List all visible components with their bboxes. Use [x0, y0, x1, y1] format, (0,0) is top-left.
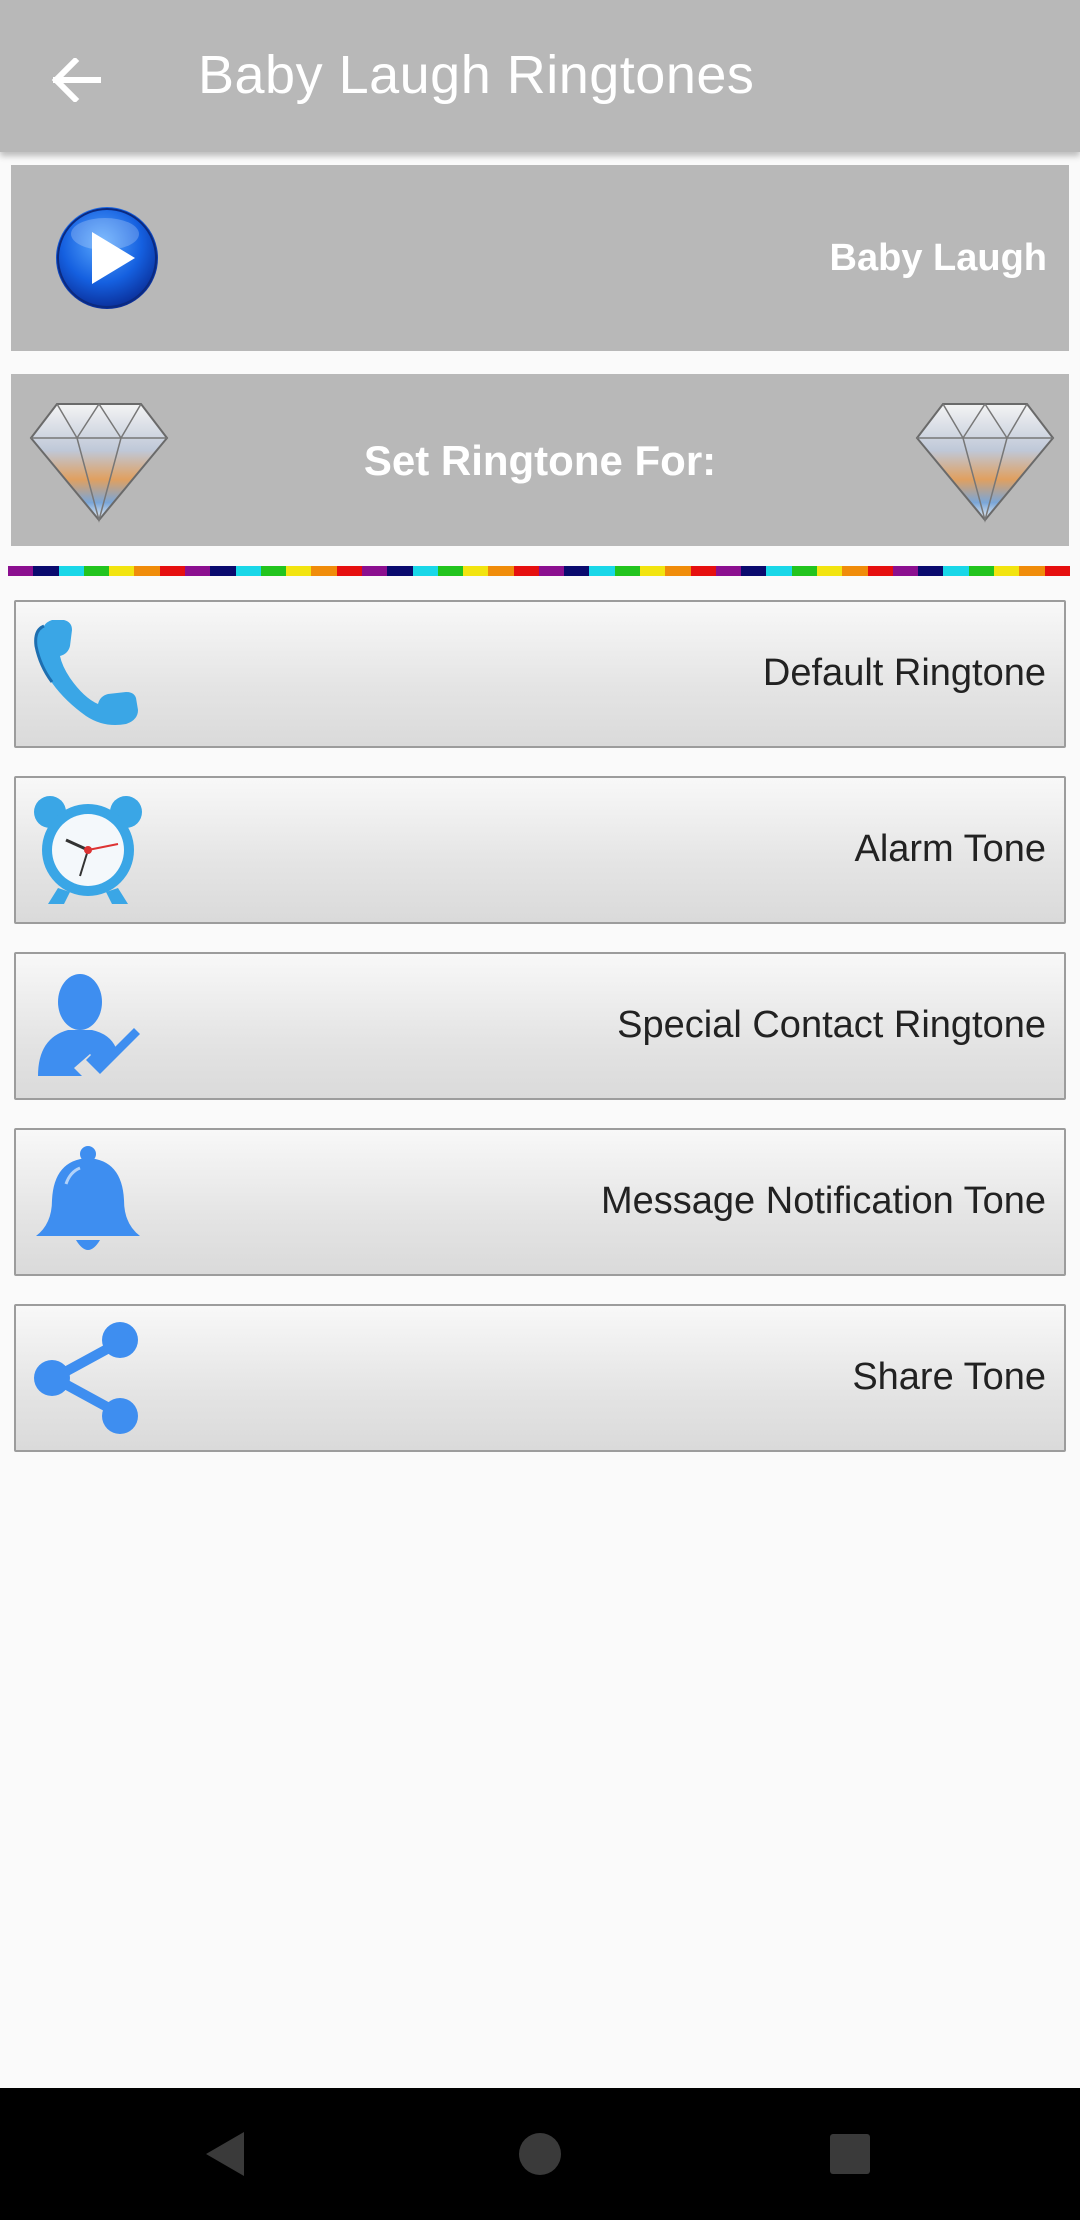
share-tone-button[interactable]: Share Tone	[14, 1304, 1066, 1452]
stripe-segment	[286, 566, 312, 576]
stripe-segment	[968, 566, 994, 576]
stripe-segment	[463, 566, 489, 576]
tone-name: Baby Laugh	[829, 237, 1047, 279]
app-bar: Baby Laugh Ringtones	[0, 0, 1080, 152]
special-contact-ringtone-button[interactable]: Special Contact Ringtone	[14, 952, 1066, 1100]
diamond-icon	[915, 402, 1055, 523]
action-label: Special Contact Ringtone	[617, 1004, 1046, 1046]
arrow-left-icon	[51, 58, 101, 102]
set-ringtone-panel: Set Ringtone For:	[11, 374, 1069, 546]
action-label: Share Tone	[852, 1356, 1046, 1398]
nav-home-icon[interactable]	[510, 2124, 570, 2184]
stripe-segment	[690, 566, 716, 576]
stripe-segment	[715, 566, 742, 576]
stripe-segment	[488, 566, 514, 576]
stripe-segment	[1019, 566, 1045, 576]
nav-back-icon[interactable]	[196, 2124, 256, 2184]
stripe-segment	[1044, 566, 1070, 576]
stripe-segment	[387, 566, 413, 576]
back-button[interactable]	[36, 40, 116, 120]
play-icon[interactable]	[53, 204, 161, 312]
system-nav-bar	[0, 2088, 1080, 2220]
message-notification-tone-button[interactable]: Message Notification Tone	[14, 1128, 1066, 1276]
nav-recents-icon[interactable]	[820, 2124, 880, 2184]
stripe-segment	[640, 566, 666, 576]
stripe-segment	[766, 566, 792, 576]
rainbow-divider	[8, 566, 1070, 576]
phone-icon	[34, 620, 138, 725]
alarm-clock-icon	[34, 796, 142, 904]
stripe-segment	[791, 566, 817, 576]
stripe-segment	[564, 566, 590, 576]
stripe-segment	[109, 566, 135, 576]
stripe-segment	[8, 566, 34, 576]
stripe-segment	[867, 566, 893, 576]
contact-check-icon	[38, 974, 140, 1076]
stripe-segment	[58, 566, 84, 576]
action-label: Alarm Tone	[854, 828, 1046, 870]
stripe-segment	[159, 566, 185, 576]
alarm-tone-button[interactable]: Alarm Tone	[14, 776, 1066, 924]
stripe-segment	[83, 566, 110, 576]
set-ringtone-label: Set Ringtone For:	[363, 437, 717, 484]
player-panel: Baby Laugh	[11, 165, 1069, 351]
bell-icon	[36, 1146, 140, 1250]
action-label: Default Ringtone	[762, 652, 1046, 694]
stripe-segment	[361, 566, 388, 576]
stripe-segment	[665, 566, 691, 576]
default-ringtone-button[interactable]: Default Ringtone	[14, 600, 1066, 748]
stripe-segment	[538, 566, 565, 576]
stripe-segment	[412, 566, 438, 576]
stripe-segment	[235, 566, 261, 576]
stripe-segment	[993, 566, 1020, 576]
action-label: Message Notification Tone	[601, 1180, 1046, 1222]
stripe-segment	[210, 566, 236, 576]
stripe-segment	[943, 566, 969, 576]
stripe-segment	[184, 566, 211, 576]
stripe-segment	[134, 566, 160, 576]
stripe-segment	[589, 566, 615, 576]
stripe-segment	[260, 566, 287, 576]
stripe-segment	[918, 566, 944, 576]
stripe-segment	[741, 566, 767, 576]
stripe-segment	[842, 566, 868, 576]
stripe-segment	[892, 566, 919, 576]
stripe-segment	[311, 566, 337, 576]
stripe-segment	[614, 566, 641, 576]
stripe-segment	[513, 566, 539, 576]
stripe-segment	[437, 566, 464, 576]
share-icon	[34, 1322, 138, 1434]
stripe-segment	[33, 566, 59, 576]
stripe-segment	[817, 566, 843, 576]
stripe-segment	[336, 566, 362, 576]
page-title: Baby Laugh Ringtones	[198, 45, 755, 105]
